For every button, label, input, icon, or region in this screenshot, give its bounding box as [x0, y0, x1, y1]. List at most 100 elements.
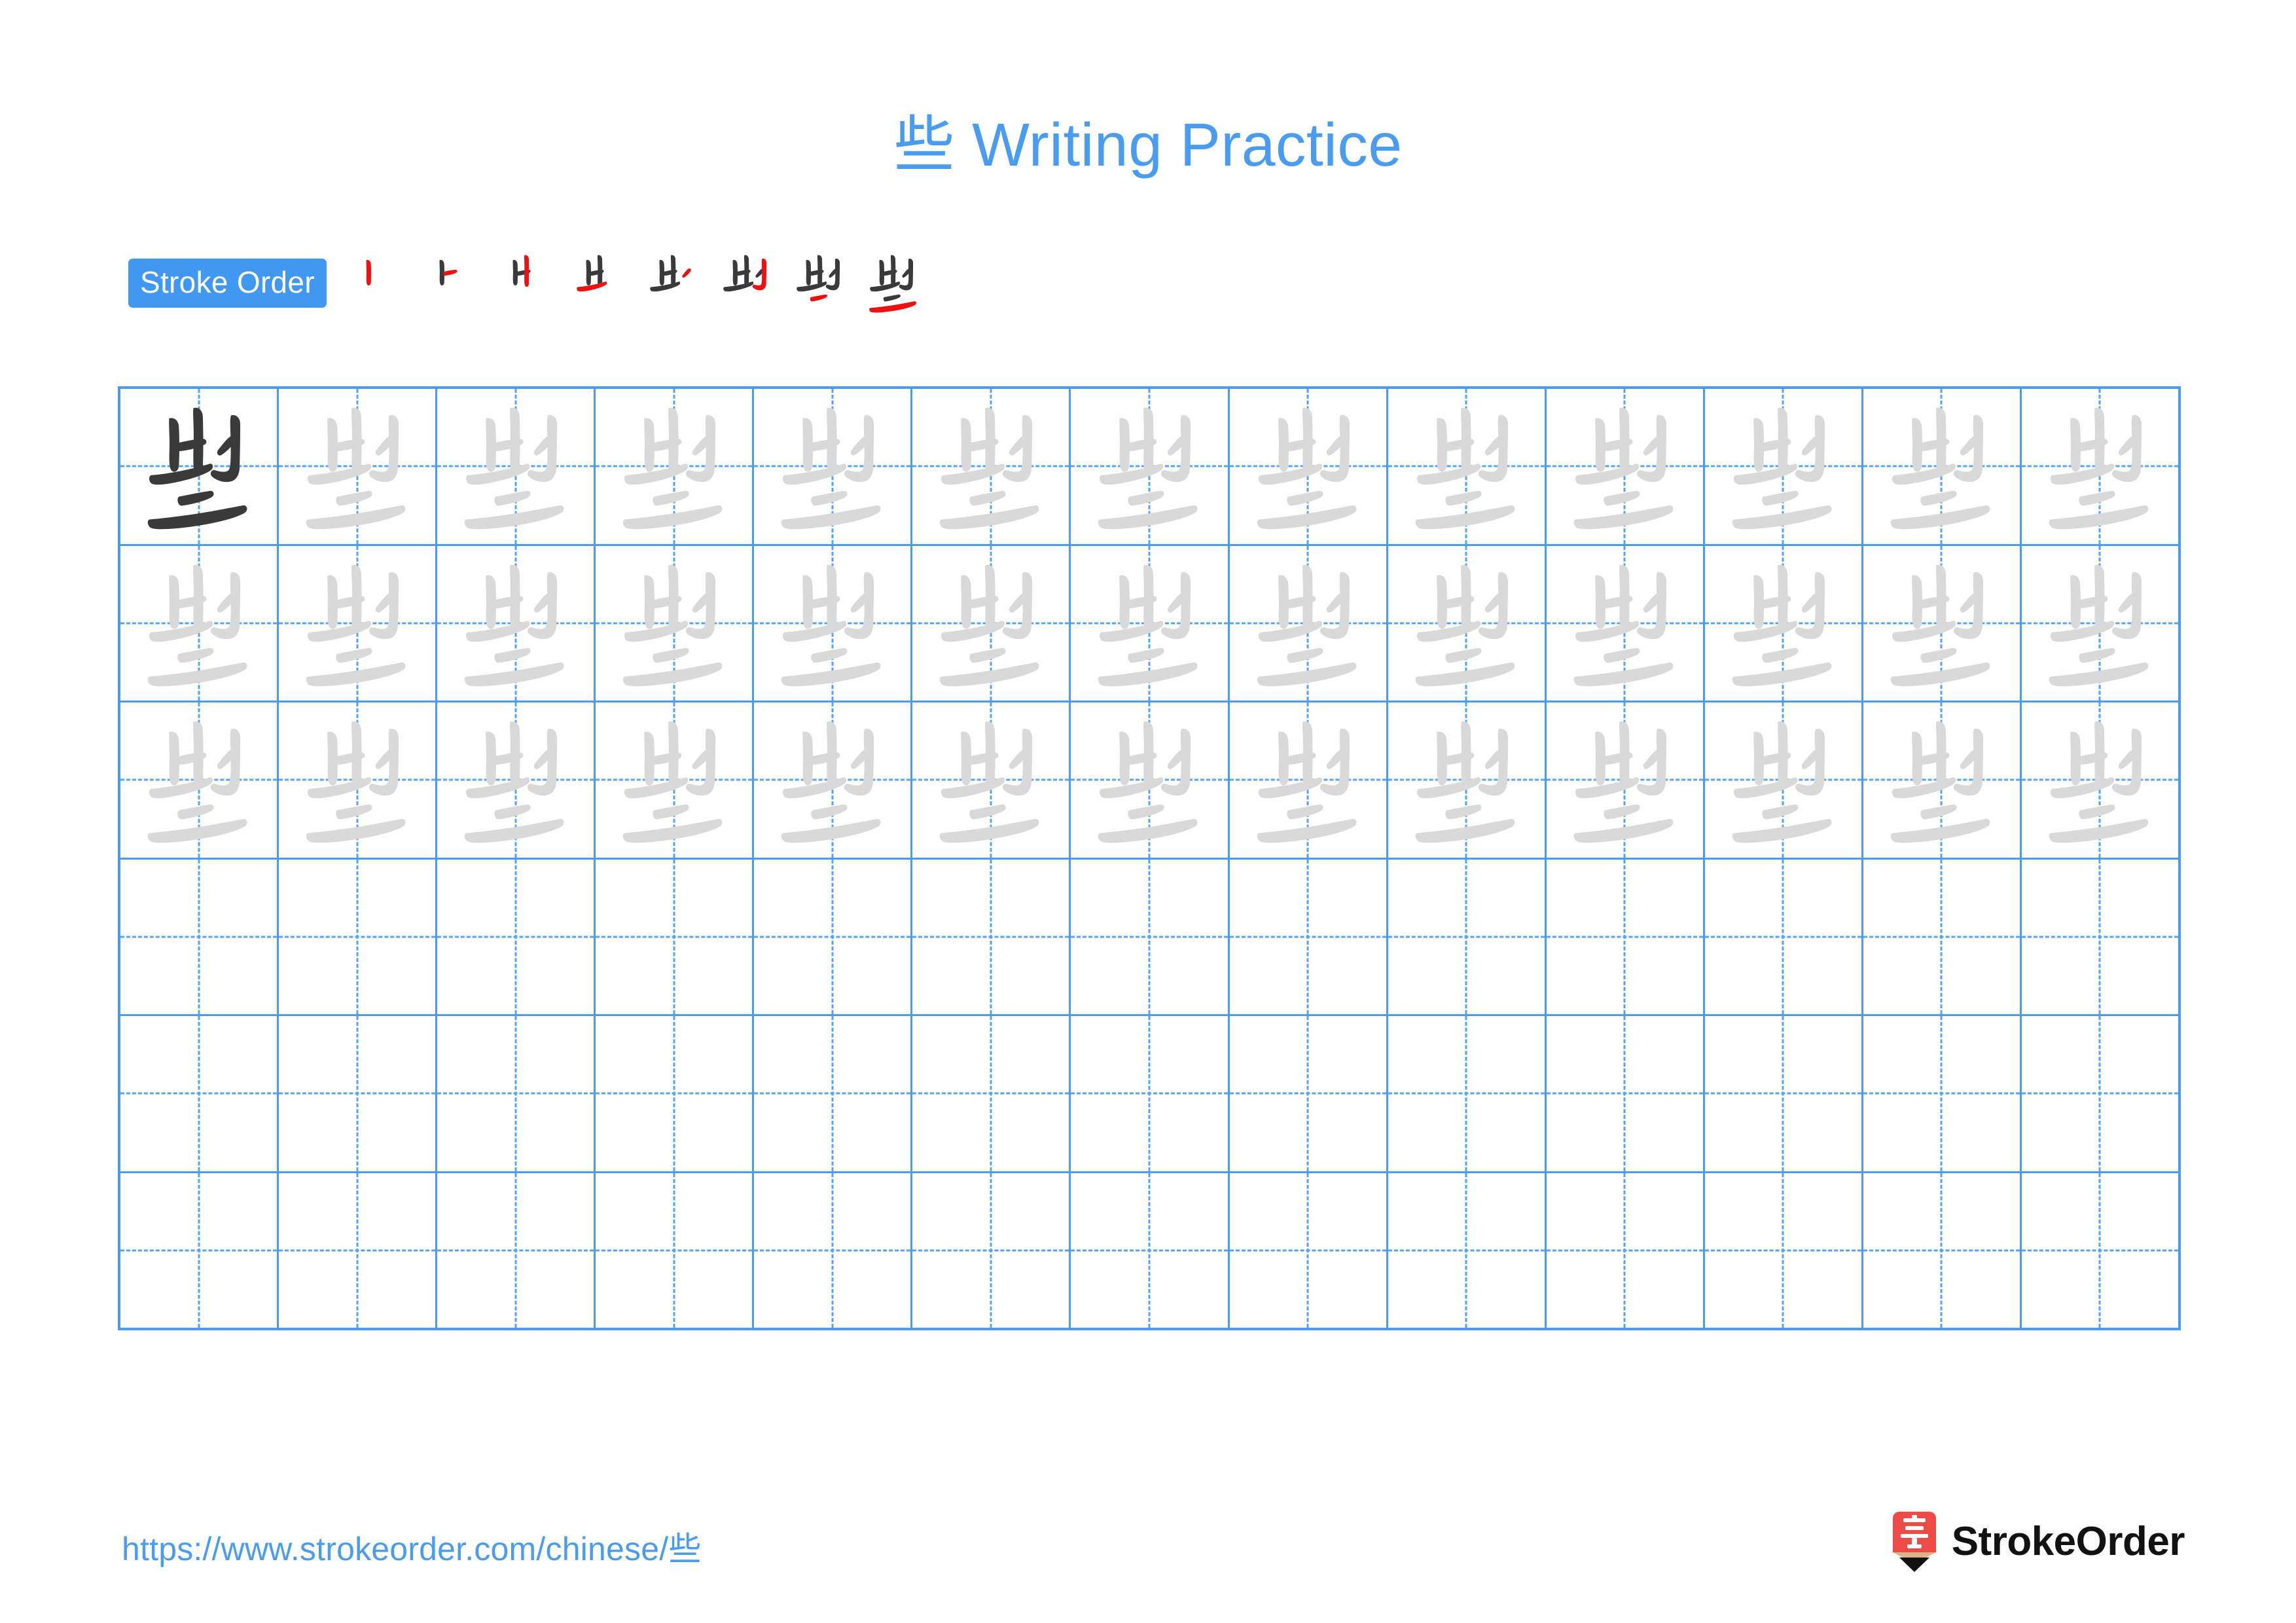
practice-grid-row [120, 702, 2178, 860]
practice-grid-cell[interactable] [437, 389, 596, 544]
practice-grid-cell[interactable] [1705, 702, 1863, 858]
stroke-order-steps [344, 246, 930, 319]
practice-grid-cell[interactable] [912, 1016, 1071, 1171]
practice-grid-cell[interactable] [1230, 1016, 1388, 1171]
practice-grid-cell[interactable] [2022, 1016, 2178, 1171]
practice-grid-cell[interactable] [1230, 389, 1388, 544]
stroke-step-3 [490, 246, 564, 319]
stroke-order-section: Stroke Order [128, 255, 930, 313]
practice-grid-cell[interactable] [1705, 389, 1863, 544]
practice-grid-cell[interactable] [120, 859, 279, 1014]
practice-grid-cell[interactable] [279, 1173, 438, 1328]
practice-grid-cell[interactable] [120, 1173, 279, 1328]
practice-grid-cell[interactable] [2022, 1173, 2178, 1328]
trace-character [437, 546, 594, 701]
practice-grid-cell[interactable] [437, 1016, 596, 1171]
practice-grid-cell[interactable] [596, 702, 755, 858]
practice-grid-cell[interactable] [1071, 545, 1230, 701]
practice-grid-cell[interactable] [1230, 859, 1388, 1014]
practice-grid-cell[interactable] [1863, 545, 2022, 701]
practice-grid-cell[interactable] [1388, 1016, 1547, 1171]
trace-character [1547, 546, 1703, 701]
stroke-step-8 [857, 246, 930, 319]
brand-logo[interactable]: StrokeOrder [1890, 1509, 2185, 1575]
practice-grid-cell[interactable] [1388, 1173, 1547, 1328]
page-title-text: Writing Practice [954, 111, 1403, 179]
practice-grid-cell[interactable] [1547, 1016, 1705, 1171]
practice-grid-cell[interactable] [1547, 545, 1705, 701]
footer-url[interactable]: https://www.strokeorder.com/chinese/些 [122, 1523, 702, 1570]
practice-grid-cell[interactable] [1705, 545, 1863, 701]
practice-grid-cell[interactable] [596, 859, 755, 1014]
practice-grid-cell[interactable] [912, 389, 1071, 544]
trace-character [596, 702, 752, 858]
practice-grid-cell[interactable] [1230, 1173, 1388, 1328]
practice-grid-cell[interactable] [754, 702, 913, 858]
practice-grid-cell[interactable] [1863, 389, 2022, 544]
practice-grid [118, 386, 2181, 1330]
practice-grid-cell[interactable] [120, 389, 279, 544]
practice-grid-cell[interactable] [1547, 389, 1705, 544]
practice-grid-cell[interactable] [596, 1016, 755, 1171]
practice-grid-cell[interactable] [1388, 545, 1547, 701]
practice-grid-cell[interactable] [1547, 859, 1705, 1014]
trace-character [1388, 546, 1545, 701]
practice-grid-cell[interactable] [596, 1173, 755, 1328]
practice-grid-cell[interactable] [1071, 702, 1230, 858]
practice-grid-cell[interactable] [1230, 545, 1388, 701]
trace-character [2022, 389, 2178, 544]
practice-grid-cell[interactable] [279, 1016, 438, 1171]
practice-grid-cell[interactable] [1071, 859, 1230, 1014]
footer-url-text: https://www.strokeorder.com/chinese/ [122, 1531, 669, 1567]
practice-grid-cell[interactable] [754, 1016, 913, 1171]
practice-grid-cell[interactable] [1863, 702, 2022, 858]
practice-grid-cell[interactable] [279, 545, 438, 701]
practice-grid-cell[interactable] [1705, 1016, 1863, 1171]
practice-grid-cell[interactable] [1705, 859, 1863, 1014]
practice-grid-cell[interactable] [1230, 702, 1388, 858]
practice-grid-cell[interactable] [2022, 860, 2178, 1015]
trace-character [1863, 702, 2020, 858]
practice-grid-cell[interactable] [2022, 389, 2178, 544]
practice-grid-cell[interactable] [596, 389, 755, 544]
trace-character [2022, 546, 2178, 701]
stroke-step-5 [637, 246, 710, 319]
practice-grid-cell[interactable] [437, 859, 596, 1014]
practice-grid-cell[interactable] [1071, 1016, 1230, 1171]
practice-grid-cell[interactable] [279, 859, 438, 1014]
practice-grid-cell[interactable] [1705, 1173, 1863, 1328]
trace-character [279, 389, 435, 544]
practice-grid-cell[interactable] [1863, 1173, 2022, 1328]
practice-grid-cell[interactable] [2022, 702, 2178, 858]
practice-grid-cell[interactable] [437, 545, 596, 701]
practice-grid-cell[interactable] [1388, 859, 1547, 1014]
practice-grid-cell[interactable] [1388, 702, 1547, 858]
practice-grid-cell[interactable] [2022, 546, 2178, 701]
practice-grid-cell[interactable] [437, 702, 596, 858]
practice-grid-cell[interactable] [120, 702, 279, 858]
practice-grid-cell[interactable] [912, 702, 1071, 858]
practice-grid-cell[interactable] [120, 1016, 279, 1171]
practice-grid-cell[interactable] [1547, 1173, 1705, 1328]
practice-grid-cell[interactable] [1863, 1016, 2022, 1171]
practice-grid-cell[interactable] [120, 545, 279, 701]
practice-grid-cell[interactable] [754, 389, 913, 544]
practice-grid-cell[interactable] [1863, 859, 2022, 1014]
practice-grid-cell[interactable] [1071, 1173, 1230, 1328]
trace-character [279, 546, 435, 701]
practice-grid-cell[interactable] [1547, 702, 1705, 858]
practice-grid-cell[interactable] [596, 545, 755, 701]
trace-character [1547, 702, 1703, 858]
practice-grid-cell[interactable] [437, 1173, 596, 1328]
practice-grid-cell[interactable] [1071, 389, 1230, 544]
practice-grid-cell[interactable] [279, 702, 438, 858]
practice-grid-cell[interactable] [1388, 389, 1547, 544]
practice-grid-cell[interactable] [279, 389, 438, 544]
practice-grid-cell[interactable] [912, 859, 1071, 1014]
practice-grid-cell[interactable] [754, 545, 913, 701]
practice-grid-row [120, 859, 2178, 1016]
practice-grid-cell[interactable] [754, 1173, 913, 1328]
practice-grid-cell[interactable] [912, 545, 1071, 701]
practice-grid-cell[interactable] [912, 1173, 1071, 1328]
practice-grid-cell[interactable] [754, 859, 913, 1014]
